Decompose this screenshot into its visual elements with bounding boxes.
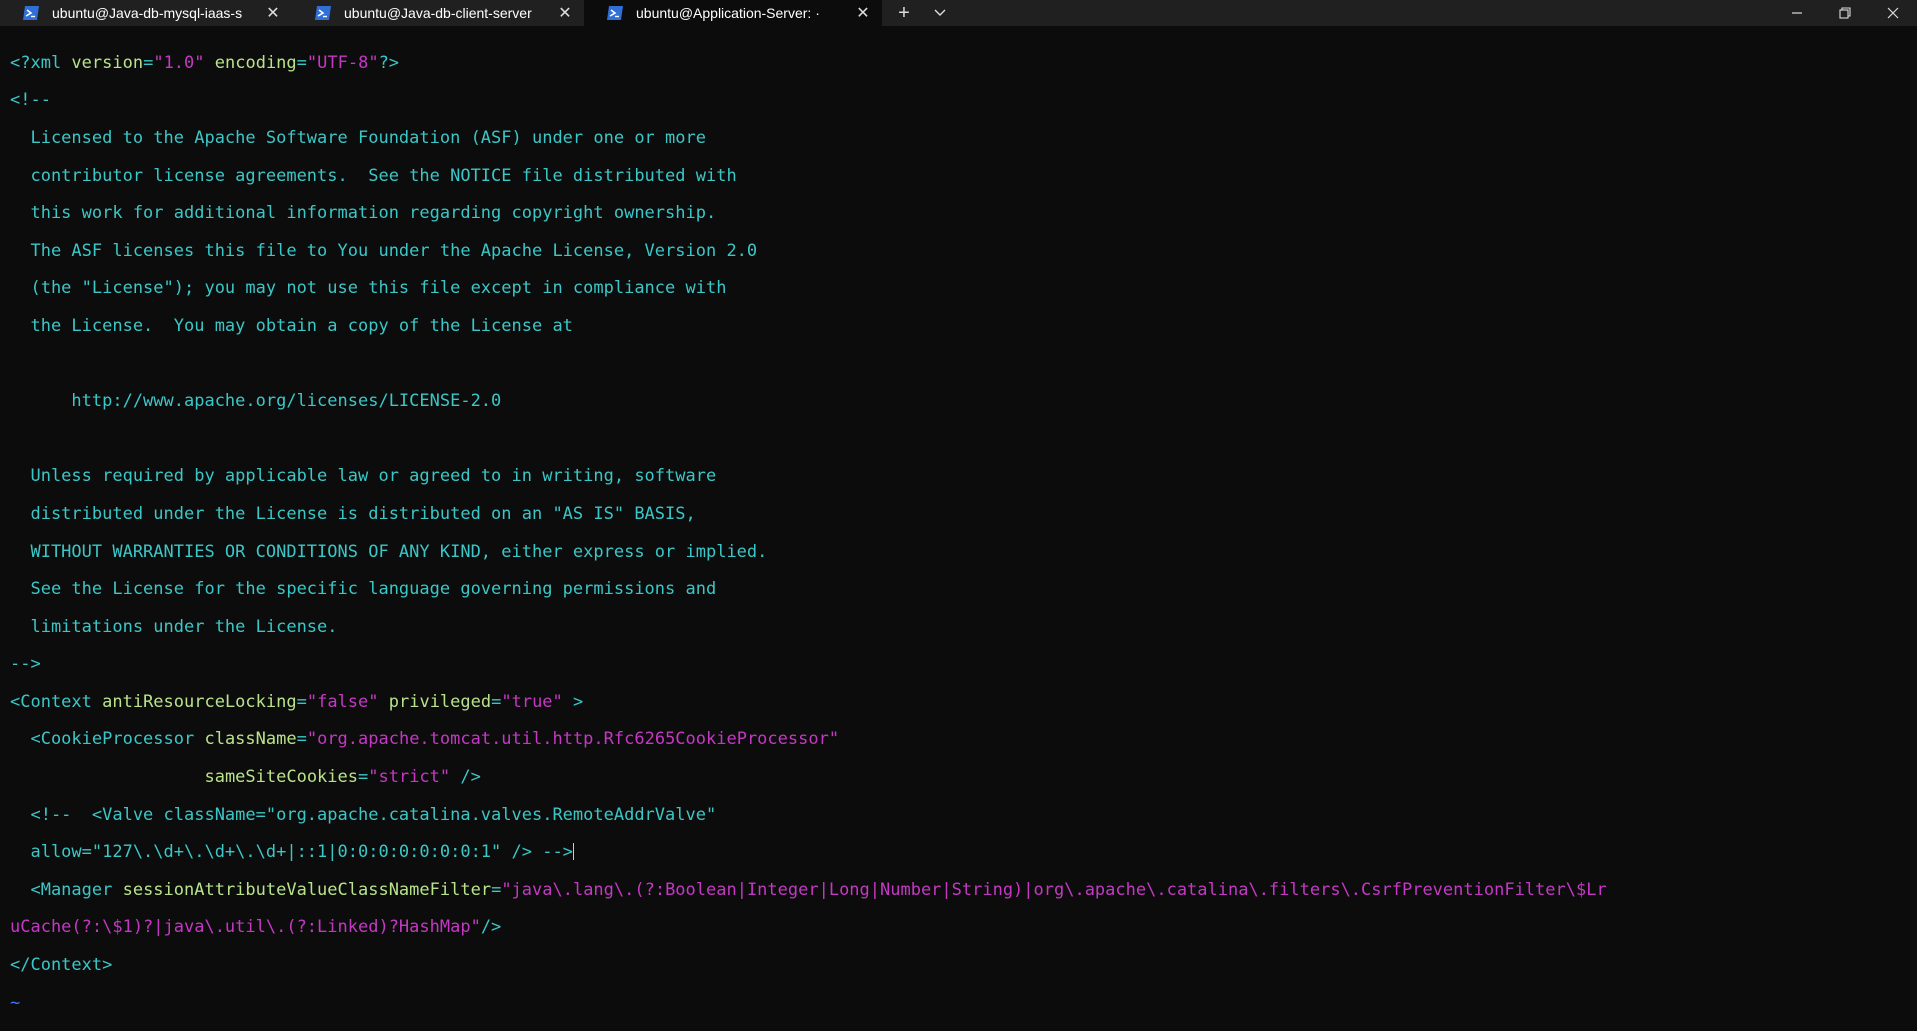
powershell-icon xyxy=(314,5,332,21)
tab-application-server[interactable]: ubuntu@Application-Server: · ✕ xyxy=(584,0,882,26)
close-tab-icon[interactable]: ✕ xyxy=(262,2,284,24)
valve-comment-line: allow="127\.\d+\.\d+\.\d+|::1|0:0:0:0:0:… xyxy=(10,842,574,863)
manager-line: uCache(?:\$1)?|java\.util\.(?:Linked)?Ha… xyxy=(10,917,502,938)
new-tab-button[interactable]: + xyxy=(886,0,922,26)
close-window-button[interactable] xyxy=(1869,0,1917,26)
license-line: limitations under the License. xyxy=(10,616,338,637)
comment-close: --> xyxy=(10,654,41,675)
tab-java-db-mysql[interactable]: ubuntu@Java-db-mysql-iaas-s ✕ xyxy=(0,0,292,26)
license-line: See the License for the specific languag… xyxy=(10,579,717,600)
cookie-processor-line: sameSiteCookies="strict" /> xyxy=(204,767,481,788)
license-line: this work for additional information reg… xyxy=(10,203,717,224)
window-controls xyxy=(1773,0,1917,26)
terminal-content[interactable]: <?xml version="1.0" encoding="UTF-8"?> <… xyxy=(0,26,1917,1031)
close-tab-icon[interactable]: ✕ xyxy=(852,2,874,24)
maximize-button[interactable] xyxy=(1821,0,1869,26)
xml-declaration: <?xml version="1.0" encoding="UTF-8"?> xyxy=(10,52,400,73)
tab-java-db-client[interactable]: ubuntu@Java-db-client-server ✕ xyxy=(292,0,584,26)
license-line: Licensed to the Apache Software Foundati… xyxy=(10,127,706,148)
license-line xyxy=(10,355,1917,374)
text-cursor xyxy=(572,843,574,861)
context-close-tag: </Context> xyxy=(10,955,113,976)
license-line: http://www.apache.org/licenses/LICENSE-2… xyxy=(10,391,502,412)
powershell-icon xyxy=(606,5,624,21)
minimize-button[interactable] xyxy=(1773,0,1821,26)
close-tab-icon[interactable]: ✕ xyxy=(554,2,576,24)
manager-line: <Manager sessionAttributeValueClassNameF… xyxy=(10,879,1607,900)
tab-bar: ubuntu@Java-db-mysql-iaas-s ✕ ubuntu@Jav… xyxy=(0,0,1917,26)
cookie-processor-line: <CookieProcessor className="org.apache.t… xyxy=(10,729,840,750)
license-line xyxy=(10,430,1917,449)
license-line: The ASF licenses this file to You under … xyxy=(10,240,758,261)
empty-line-tilde: ~ xyxy=(10,992,21,1013)
context-open-tag: <Context antiResourceLocking="false" pri… xyxy=(10,691,584,712)
license-line: distributed under the License is distrib… xyxy=(10,503,696,524)
tab-title: ubuntu@Java-db-client-server xyxy=(344,5,532,21)
license-line: Unless required by applicable law or agr… xyxy=(10,466,717,487)
valve-comment-line: <!-- <Valve className="org.apache.catali… xyxy=(10,804,717,825)
license-line: the License. You may obtain a copy of th… xyxy=(10,315,573,336)
license-line: WITHOUT WARRANTIES OR CONDITIONS OF ANY … xyxy=(10,541,768,562)
tab-title: ubuntu@Java-db-mysql-iaas-s xyxy=(52,5,243,21)
comment-open: <!-- xyxy=(10,90,51,111)
powershell-icon xyxy=(22,5,40,21)
license-line: contributor license agreements. See the … xyxy=(10,165,737,186)
tab-title: ubuntu@Application-Server: · xyxy=(636,5,820,21)
license-line: (the "License"); you may not use this fi… xyxy=(10,278,727,299)
chevron-down-icon[interactable] xyxy=(922,0,958,26)
